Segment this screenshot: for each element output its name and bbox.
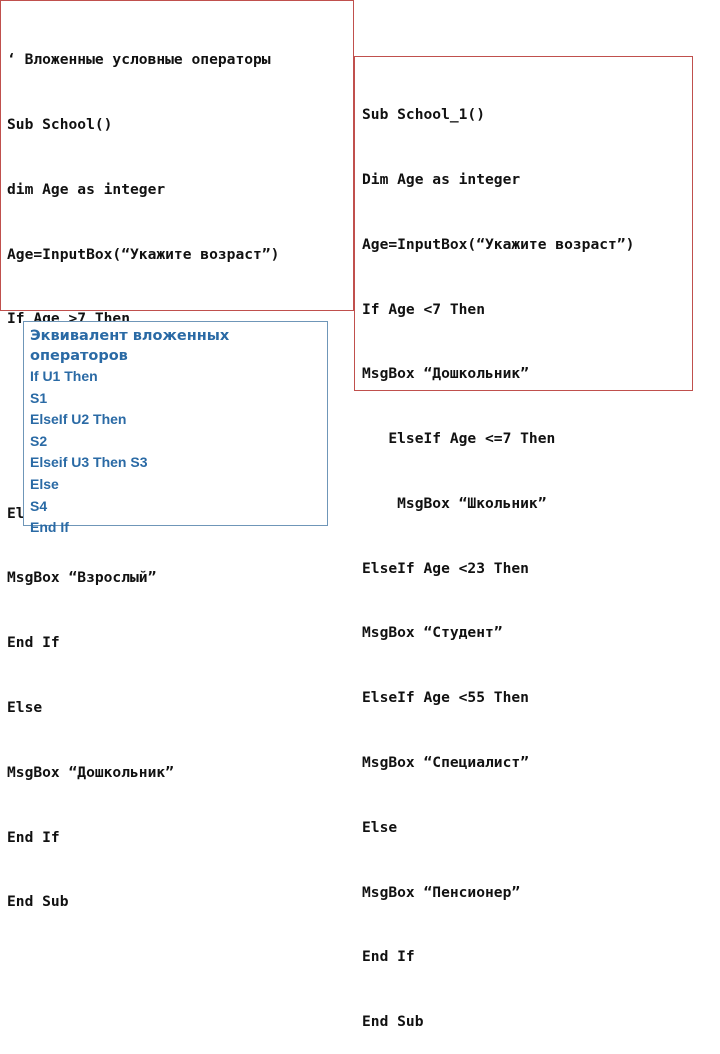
code-line: Sub School()	[7, 115, 113, 133]
code-line: MsgBox “Студент”	[362, 624, 503, 642]
code-line: End If	[7, 634, 60, 652]
equivalent-title-line2: операторов	[30, 348, 128, 364]
code-line: MsgBox “Дошкольник”	[7, 763, 174, 781]
equivalent-line: Else	[30, 475, 59, 492]
equivalent-line: End If	[30, 519, 69, 536]
equivalent-line: ElseIf U2 Then	[30, 411, 127, 428]
equivalent-title-line1: Эквивалент вложенных	[30, 328, 230, 344]
code-line: MsgBox “Дошкольник”	[362, 365, 529, 383]
elseif-code-box: Sub School_1() Dim Age as integer Age=In…	[354, 56, 693, 1030]
code-line: ElseIf Age <=7 Then	[362, 430, 556, 448]
equivalent-line: Elseif U3 Then S3	[30, 454, 148, 471]
nested-conditionals-code-box: ‘ Вложенные условные операторы Sub Schoo…	[0, 0, 354, 910]
code-line: Else	[7, 699, 43, 716]
equivalent-line: If U1 Then	[30, 368, 98, 384]
code-line: End Sub	[362, 1013, 424, 1031]
code-line: MsgBox “Пенсионер”	[362, 883, 521, 901]
equivalent-operators-box: Эквивалент вложенных операторов If U1 Th…	[23, 321, 328, 535]
code-line-comment: ‘ Вложенные условные операторы	[7, 51, 271, 69]
code-line: Age=InputBox(“Укажите возраст”)	[7, 245, 280, 263]
code-line: MsgBox “Специалист”	[362, 754, 529, 771]
code-line: ElseIf Age <55 Then	[362, 689, 529, 707]
code-line: dim Age as integer	[7, 180, 166, 198]
code-line: MsgBox “Школьник”	[362, 494, 547, 512]
code-line: Sub School_1()	[362, 106, 486, 124]
code-line: Dim Age as integer	[362, 170, 521, 188]
code-line: Else	[362, 818, 398, 836]
code-line: Age=InputBox(“Укажите возраст”)	[362, 235, 635, 253]
code-line: End Sub	[7, 893, 69, 911]
code-line: End If	[7, 828, 60, 846]
equivalent-line: S2	[30, 432, 48, 449]
code-line: MsgBox “Взрослый”	[7, 569, 157, 587]
code-line: End If	[362, 948, 415, 966]
equivalent-line: S1	[30, 389, 48, 406]
equivalent-line: S4	[30, 497, 48, 514]
code-line: ElseIf Age <23 Then	[362, 559, 529, 577]
code-line: If Age <7 Then	[362, 300, 486, 318]
